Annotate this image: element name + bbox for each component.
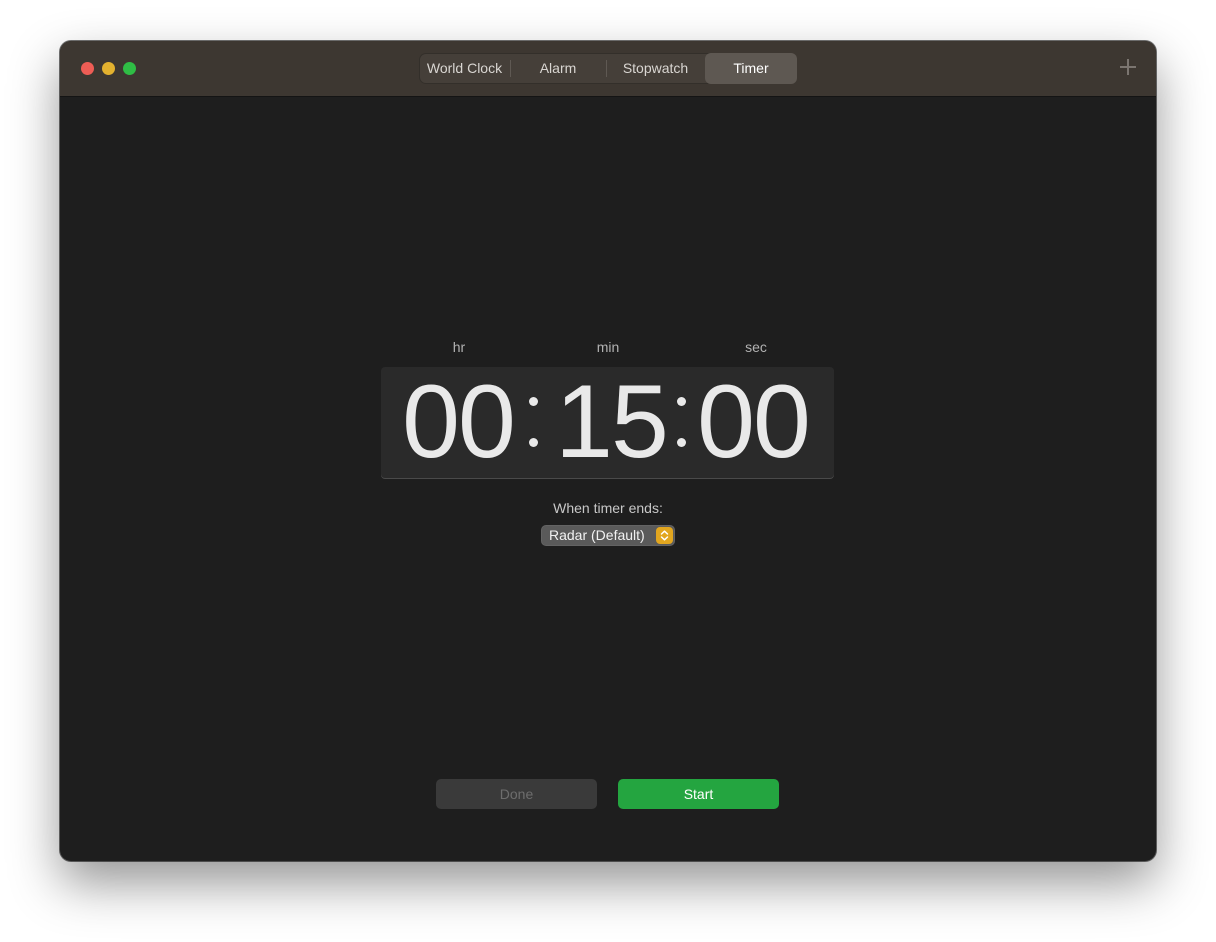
timer-duration-picker: 00 15 00 <box>381 367 834 478</box>
tab-stopwatch-label: Stopwatch <box>622 60 689 76</box>
close-button[interactable] <box>81 62 94 75</box>
tab-world-clock[interactable]: World Clock <box>419 53 510 84</box>
clock-window: World Clock Alarm Stopwatch Timer hr min… <box>60 41 1156 861</box>
tab-divider <box>510 60 511 77</box>
start-button[interactable]: Start <box>618 779 779 809</box>
minimize-button[interactable] <box>102 62 115 75</box>
zoom-button[interactable] <box>123 62 136 75</box>
tab-world-clock-label: World Clock <box>426 60 503 76</box>
tab-alarm[interactable]: Alarm <box>510 53 606 84</box>
seconds-field[interactable]: 00 <box>688 370 818 474</box>
when-timer-ends-label: When timer ends: <box>553 500 663 516</box>
seconds-unit-label: sec <box>745 339 767 355</box>
tab-divider <box>606 60 607 77</box>
timer-sound-popup[interactable]: Radar (Default) <box>541 525 675 546</box>
view-tab-bar: World Clock Alarm Stopwatch Timer <box>419 53 797 84</box>
tab-stopwatch[interactable]: Stopwatch <box>606 53 705 84</box>
tab-timer-label: Timer <box>733 60 769 76</box>
timer-sound-value: Radar (Default) <box>549 527 645 543</box>
hours-unit-label: hr <box>452 339 466 355</box>
title-bar: World Clock Alarm Stopwatch Timer <box>60 41 1156 97</box>
plus-icon[interactable] <box>1118 57 1138 77</box>
minutes-unit-label: min <box>596 339 620 355</box>
minutes-field[interactable]: 15 <box>546 370 676 474</box>
time-separator <box>674 367 686 478</box>
done-button[interactable]: Done <box>436 779 597 809</box>
tab-alarm-label: Alarm <box>539 60 577 76</box>
chevron-updown-icon <box>656 527 673 544</box>
time-separator <box>526 367 538 478</box>
tab-timer[interactable]: Timer <box>705 53 797 84</box>
hours-field[interactable]: 00 <box>393 370 523 474</box>
